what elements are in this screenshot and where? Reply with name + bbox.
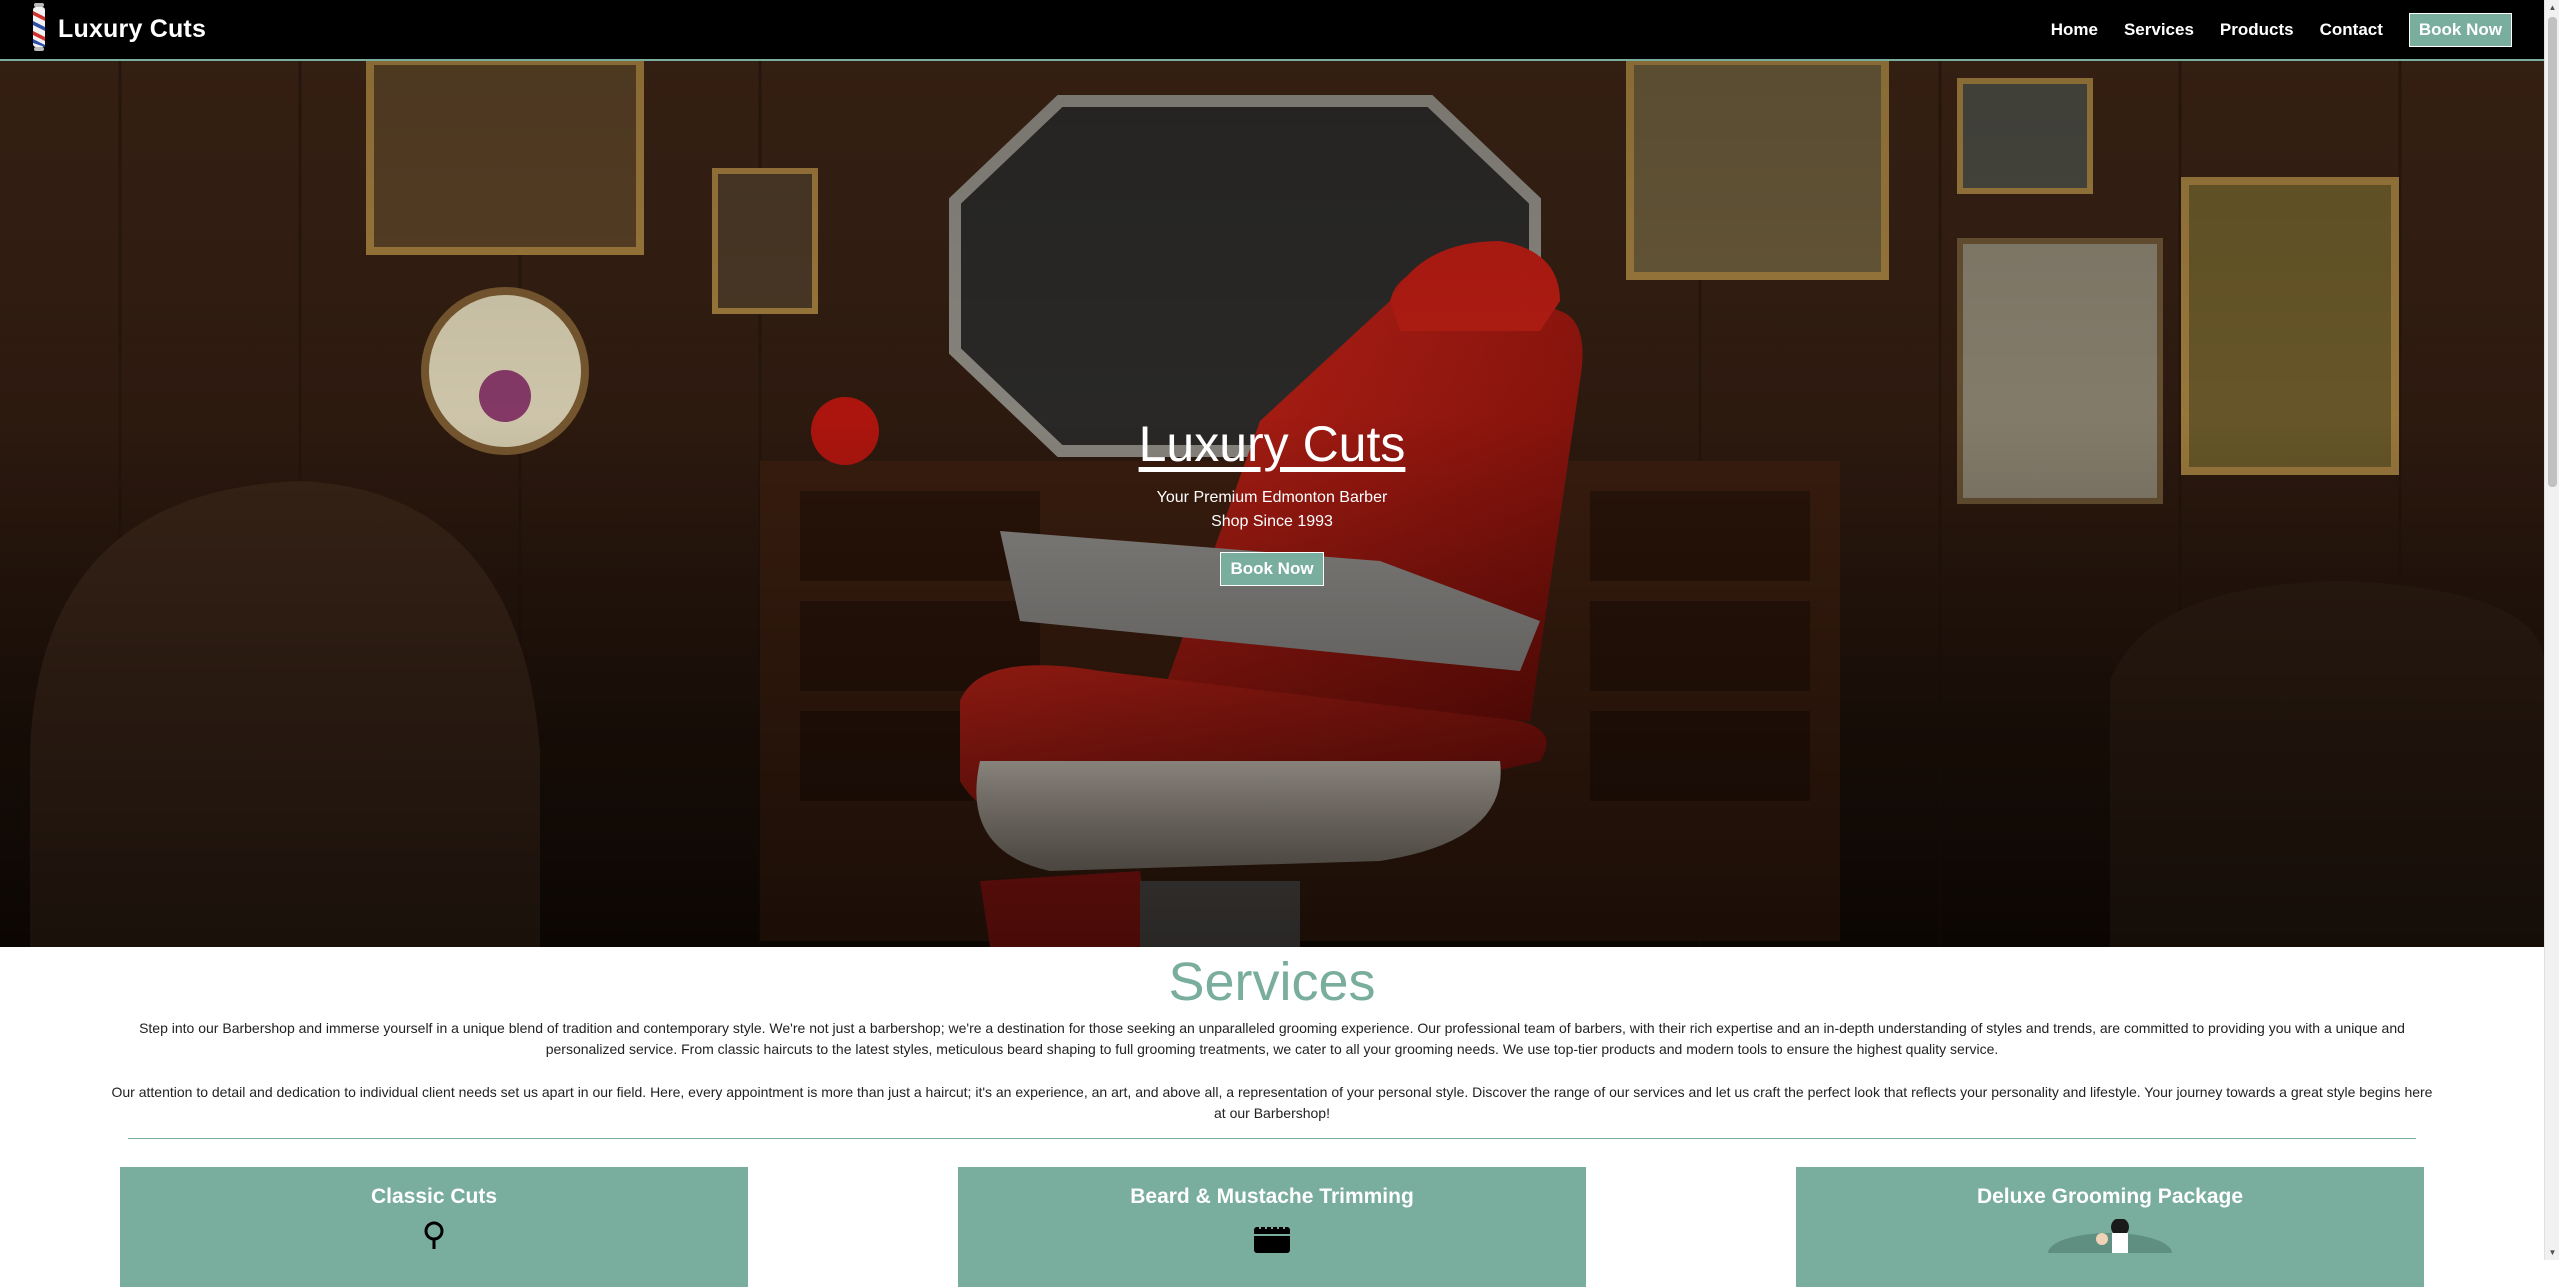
page-scrollbar[interactable]: ▲ ▼ — [2544, 0, 2559, 1260]
services-section: Services Step into our Barbershop and im… — [0, 947, 2544, 1287]
services-intro-paragraph: Step into our Barbershop and immerse you… — [139, 1020, 2405, 1058]
barber-illustration-icon — [2040, 1218, 2180, 1273]
service-card-title: Deluxe Grooming Package — [1976, 1185, 2244, 1208]
services-detail-paragraph: Our attention to detail and dedication t… — [111, 1084, 2433, 1122]
service-card-beard-trimming[interactable]: Beard & Mustache Trimming — [958, 1167, 1586, 1287]
service-card-classic-cuts[interactable]: Classic Cuts — [120, 1167, 748, 1287]
service-cards: Classic Cuts Beard & Mustache Trimming D… — [120, 1167, 2424, 1287]
navbar: Luxury Cuts Home Services Products Conta… — [0, 0, 2544, 61]
scroll-down-arrow-icon[interactable]: ▼ — [2545, 1245, 2559, 1260]
service-card-deluxe-grooming[interactable]: Deluxe Grooming Package — [1796, 1167, 2424, 1287]
services-title: Services — [1168, 952, 1376, 1012]
barber-pole-icon — [28, 3, 50, 56]
nav-contact-link[interactable]: Contact — [2320, 20, 2383, 40]
nav-services-link[interactable]: Services — [2124, 20, 2194, 40]
scroll-up-arrow-icon[interactable]: ▲ — [2545, 0, 2559, 15]
service-card-title: Classic Cuts — [370, 1185, 498, 1208]
brand-link[interactable]: Luxury Cuts — [28, 3, 206, 56]
hero-section: Luxury Cuts Your Premium Edmonton Barber… — [0, 61, 2544, 947]
nav-home-link[interactable]: Home — [2051, 20, 2098, 40]
service-card-title: Beard & Mustache Trimming — [1130, 1185, 1414, 1208]
brand-name: Luxury Cuts — [58, 15, 207, 43]
hero-title: Luxury Cuts — [1138, 416, 1406, 472]
hero-content: Luxury Cuts Your Premium Edmonton Barber… — [1107, 416, 1437, 586]
hero-subtitle: Your Premium Edmonton Barber Shop Since … — [1156, 488, 1388, 530]
scroll-thumb[interactable] — [2548, 17, 2557, 487]
nav-links: Home Services Products Contact Book Now — [2025, 12, 2512, 47]
trimmer-icon — [1252, 1219, 1292, 1258]
nav-products-link[interactable]: Products — [2220, 20, 2294, 40]
services-divider — [128, 1138, 2416, 1140]
hero-book-now-button[interactable]: Book Now — [1220, 551, 1324, 586]
scissors-icon — [419, 1219, 449, 1254]
nav-book-now-button[interactable]: Book Now — [2408, 12, 2512, 47]
